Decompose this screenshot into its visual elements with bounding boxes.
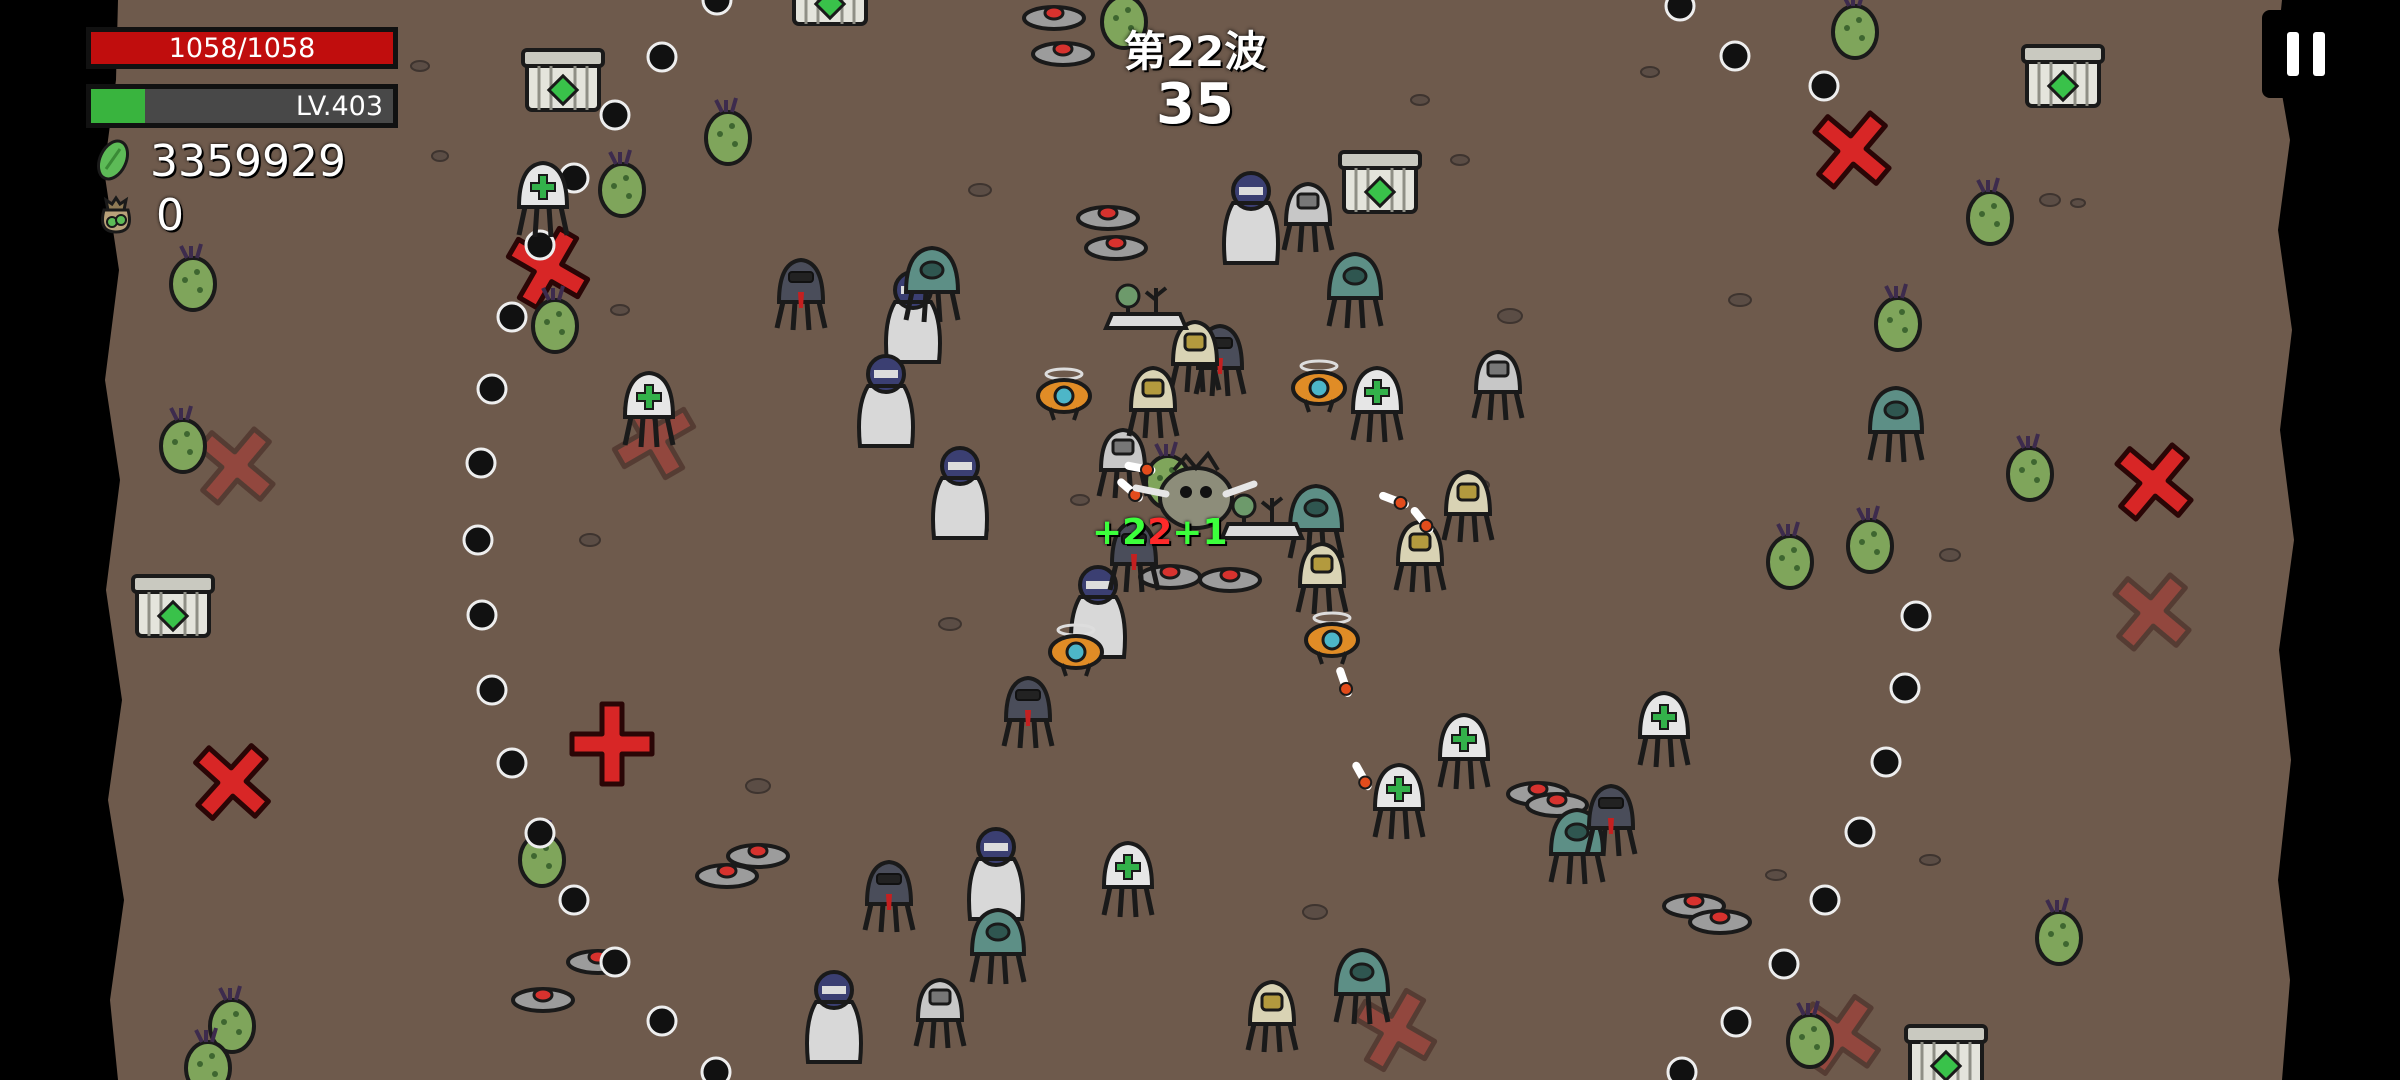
floating-number: +2 bbox=[1092, 512, 1148, 553]
game-screen: 1058/1058 LV.403 3359929 0 第22波 35 +22+1 bbox=[0, 0, 2400, 1080]
experience-fill bbox=[91, 89, 146, 123]
health-text: 1058/1058 bbox=[168, 32, 316, 64]
experience-bar: LV.403 bbox=[86, 84, 398, 128]
floating-number: 2 bbox=[1147, 512, 1173, 553]
materials-count: 3359929 bbox=[150, 136, 346, 187]
wave-label: 第22波 bbox=[1123, 27, 1267, 76]
money-bag-icon bbox=[94, 192, 138, 240]
bag-row: 0 bbox=[94, 190, 184, 241]
green-seed-icon bbox=[94, 137, 132, 187]
health-bar: 1058/1058 bbox=[86, 27, 398, 69]
floating-number: +1 bbox=[1172, 512, 1228, 553]
bag-count: 0 bbox=[156, 190, 184, 241]
level-text: LV.403 bbox=[295, 90, 383, 122]
floating-numbers: +22+1 bbox=[1092, 512, 1228, 553]
materials-row: 3359929 bbox=[94, 136, 346, 187]
pause-button[interactable] bbox=[2262, 10, 2350, 98]
wave-timer: 35 bbox=[1156, 72, 1234, 137]
